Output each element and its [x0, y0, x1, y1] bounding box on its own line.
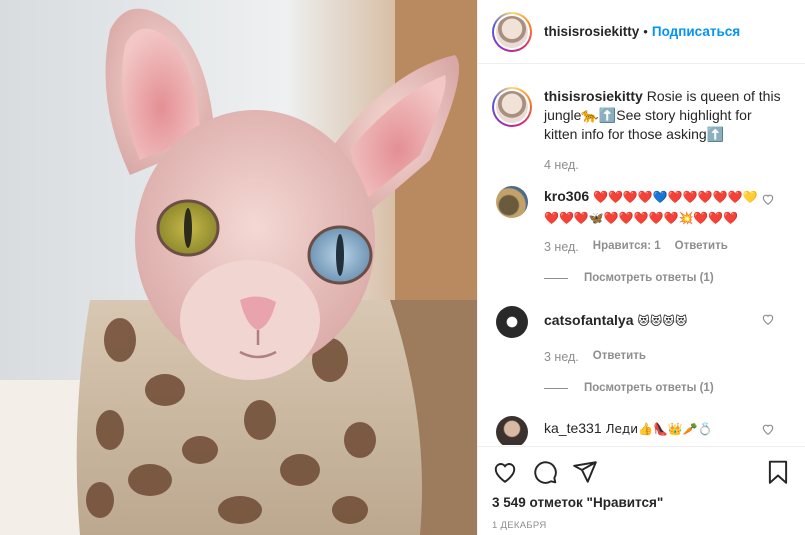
- view-replies-label: Посмотреть ответы (1): [584, 382, 714, 394]
- comment-avatar[interactable]: [496, 306, 528, 338]
- post-header: thisisrosiekitty • Подписаться: [478, 0, 805, 64]
- share-icon[interactable]: [572, 459, 598, 485]
- reply-button[interactable]: Ответить: [593, 350, 646, 364]
- comment-time[interactable]: 3 нед.: [544, 240, 579, 254]
- comment-text: Леди👍👠👑🥕💍: [605, 422, 713, 436]
- comment-meta: 3 нед. Нравится: 1 Ответить: [544, 240, 789, 254]
- comment-avatar[interactable]: [496, 416, 528, 445]
- comments-list[interactable]: thisisrosiekitty Rosie is queen of this …: [478, 65, 805, 445]
- caption: thisisrosiekitty Rosie is queen of this …: [492, 87, 789, 144]
- avatar-image: [496, 15, 528, 48]
- comment-time[interactable]: 3 нед.: [544, 350, 579, 364]
- comment-text: 😻😻😻😻: [637, 314, 688, 328]
- bookmark-icon[interactable]: [765, 459, 791, 485]
- replies-divider: [544, 277, 568, 279]
- view-replies-label: Посмотреть ответы (1): [584, 272, 714, 284]
- separator-dot: •: [643, 24, 648, 39]
- comment-item: kro306 ❤️❤️❤️❤️💙❤️❤️❤️❤️❤️💛❤️❤️❤️🦋❤️❤️❤️…: [492, 186, 789, 228]
- heart-icon[interactable]: [492, 459, 518, 485]
- view-replies-button[interactable]: Посмотреть ответы (1): [544, 382, 789, 394]
- comment-item: catsofantalya 😻😻😻😻: [492, 306, 789, 338]
- instagram-post: thisisrosiekitty • Подписаться thisisros…: [0, 0, 805, 535]
- post-photo[interactable]: [0, 0, 477, 535]
- view-replies-button[interactable]: Посмотреть ответы (1): [544, 272, 789, 284]
- comment-username[interactable]: catsofantalya: [544, 312, 633, 328]
- avatar[interactable]: [492, 11, 532, 52]
- comment-avatar[interactable]: [496, 186, 528, 218]
- comment-like-heart-icon[interactable]: [761, 192, 775, 206]
- post-panel: thisisrosiekitty • Подписаться thisisros…: [477, 0, 805, 535]
- post-date[interactable]: 1 ДЕКАБРЯ: [492, 520, 791, 531]
- caption-username[interactable]: thisisrosiekitty: [544, 88, 643, 104]
- caption-time[interactable]: 4 нед.: [544, 158, 789, 172]
- likes-count[interactable]: 3 549 отметок "Нравится": [492, 495, 791, 510]
- comment-username[interactable]: kro306: [544, 188, 589, 204]
- comment-likes[interactable]: Нравится: 1: [593, 240, 661, 254]
- reply-button[interactable]: Ответить: [675, 240, 728, 254]
- caption-avatar[interactable]: [492, 87, 532, 127]
- replies-divider: [544, 387, 568, 389]
- comment-item: ka_te331 Леди👍👠👑🥕💍: [492, 416, 789, 445]
- comment-meta: 3 нед. Ответить: [544, 350, 789, 364]
- comment-icon[interactable]: [532, 459, 558, 485]
- follow-button[interactable]: Подписаться: [652, 24, 740, 39]
- comment-like-heart-icon[interactable]: [761, 422, 775, 436]
- post-actions: 3 549 отметок "Нравится" 1 ДЕКАБРЯ: [478, 446, 805, 535]
- comment-username[interactable]: ka_te331: [544, 420, 602, 436]
- comment-like-heart-icon[interactable]: [761, 312, 775, 326]
- action-icons: [492, 459, 791, 485]
- sphynx-cat-image: [0, 0, 477, 535]
- header-username[interactable]: thisisrosiekitty: [544, 24, 639, 39]
